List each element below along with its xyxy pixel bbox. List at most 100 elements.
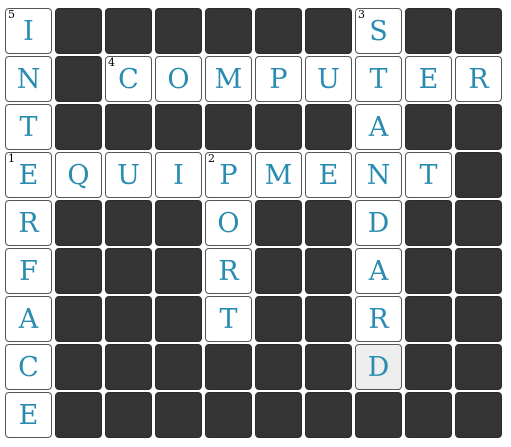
- cell-letter: P: [269, 63, 288, 95]
- block-cell: [155, 392, 202, 438]
- letter-cell[interactable]: P: [255, 56, 302, 102]
- block-cell: [405, 200, 452, 246]
- block-cell: [205, 392, 252, 438]
- block-cell: [255, 392, 302, 438]
- clue-number: 3: [358, 8, 365, 21]
- letter-cell[interactable]: R: [5, 200, 52, 246]
- block-cell: [255, 200, 302, 246]
- letter-cell[interactable]: A: [5, 296, 52, 342]
- letter-cell[interactable]: M: [255, 152, 302, 198]
- cell-letter: T: [219, 303, 238, 335]
- block-cell: [205, 344, 252, 390]
- letter-cell[interactable]: D: [355, 200, 402, 246]
- letter-cell[interactable]: R: [355, 296, 402, 342]
- block-cell: [105, 104, 152, 150]
- cell-letter: A: [18, 303, 39, 335]
- letter-cell[interactable]: O: [155, 56, 202, 102]
- block-cell: [405, 248, 452, 294]
- letter-cell[interactable]: Q: [55, 152, 102, 198]
- letter-cell[interactable]: R: [455, 56, 502, 102]
- cell-letter: R: [18, 207, 39, 239]
- letter-cell[interactable]: D: [355, 344, 402, 390]
- block-cell: [105, 392, 152, 438]
- block-cell: [205, 104, 252, 150]
- block-cell: [155, 200, 202, 246]
- cell-letter: T: [19, 111, 38, 143]
- block-cell: [105, 344, 152, 390]
- cell-letter: I: [173, 159, 184, 191]
- cell-letter: M: [214, 63, 243, 95]
- block-cell: [105, 248, 152, 294]
- block-cell: [55, 200, 102, 246]
- block-cell: [255, 248, 302, 294]
- letter-cell[interactable]: 3S: [355, 8, 402, 54]
- cell-letter: R: [218, 255, 239, 287]
- letter-cell[interactable]: E: [305, 152, 352, 198]
- block-cell: [255, 8, 302, 54]
- cell-letter: R: [368, 303, 389, 335]
- block-cell: [455, 104, 502, 150]
- block-cell: [155, 248, 202, 294]
- cell-letter: U: [117, 159, 140, 191]
- block-cell: [155, 296, 202, 342]
- block-cell: [405, 296, 452, 342]
- letter-cell[interactable]: T: [205, 296, 252, 342]
- cell-letter: A: [368, 111, 389, 143]
- block-cell: [455, 344, 502, 390]
- letter-cell[interactable]: O: [205, 200, 252, 246]
- letter-cell[interactable]: 5I: [5, 8, 52, 54]
- letter-cell[interactable]: A: [355, 248, 402, 294]
- letter-cell[interactable]: I: [155, 152, 202, 198]
- letter-cell[interactable]: N: [5, 56, 52, 102]
- letter-cell[interactable]: 4C: [105, 56, 152, 102]
- block-cell: [55, 8, 102, 54]
- block-cell: [455, 248, 502, 294]
- letter-cell[interactable]: T: [355, 56, 402, 102]
- cell-letter: D: [367, 207, 390, 239]
- cell-letter: E: [418, 63, 439, 95]
- letter-cell[interactable]: R: [205, 248, 252, 294]
- block-cell: [455, 8, 502, 54]
- letter-cell[interactable]: U: [105, 152, 152, 198]
- cell-letter: O: [167, 63, 190, 95]
- block-cell: [305, 8, 352, 54]
- cell-letter: S: [369, 15, 388, 47]
- cell-letter: F: [19, 255, 38, 287]
- block-cell: [55, 296, 102, 342]
- block-cell: [55, 248, 102, 294]
- block-cell: [255, 344, 302, 390]
- cell-letter: D: [367, 351, 390, 383]
- block-cell: [155, 344, 202, 390]
- letter-cell[interactable]: N: [355, 152, 402, 198]
- letter-cell[interactable]: T: [5, 104, 52, 150]
- letter-cell[interactable]: U: [305, 56, 352, 102]
- block-cell: [305, 200, 352, 246]
- letter-cell[interactable]: 1E: [5, 152, 52, 198]
- block-cell: [105, 200, 152, 246]
- letter-cell[interactable]: E: [405, 56, 452, 102]
- letter-cell[interactable]: A: [355, 104, 402, 150]
- block-cell: [155, 8, 202, 54]
- letter-cell[interactable]: F: [5, 248, 52, 294]
- cell-letter: P: [219, 159, 238, 191]
- block-cell: [405, 104, 452, 150]
- block-cell: [255, 104, 302, 150]
- block-cell: [305, 344, 352, 390]
- cell-letter: U: [317, 63, 340, 95]
- letter-cell[interactable]: 2P: [205, 152, 252, 198]
- block-cell: [305, 392, 352, 438]
- cell-letter: C: [18, 351, 39, 383]
- letter-cell[interactable]: M: [205, 56, 252, 102]
- block-cell: [55, 344, 102, 390]
- block-cell: [455, 152, 502, 198]
- block-cell: [405, 344, 452, 390]
- letter-cell[interactable]: T: [405, 152, 452, 198]
- cell-letter: T: [369, 63, 388, 95]
- block-cell: [405, 392, 452, 438]
- clue-number: 2: [208, 152, 215, 165]
- letter-cell[interactable]: E: [5, 392, 52, 438]
- block-cell: [305, 104, 352, 150]
- letter-cell[interactable]: C: [5, 344, 52, 390]
- block-cell: [405, 8, 452, 54]
- block-cell: [205, 8, 252, 54]
